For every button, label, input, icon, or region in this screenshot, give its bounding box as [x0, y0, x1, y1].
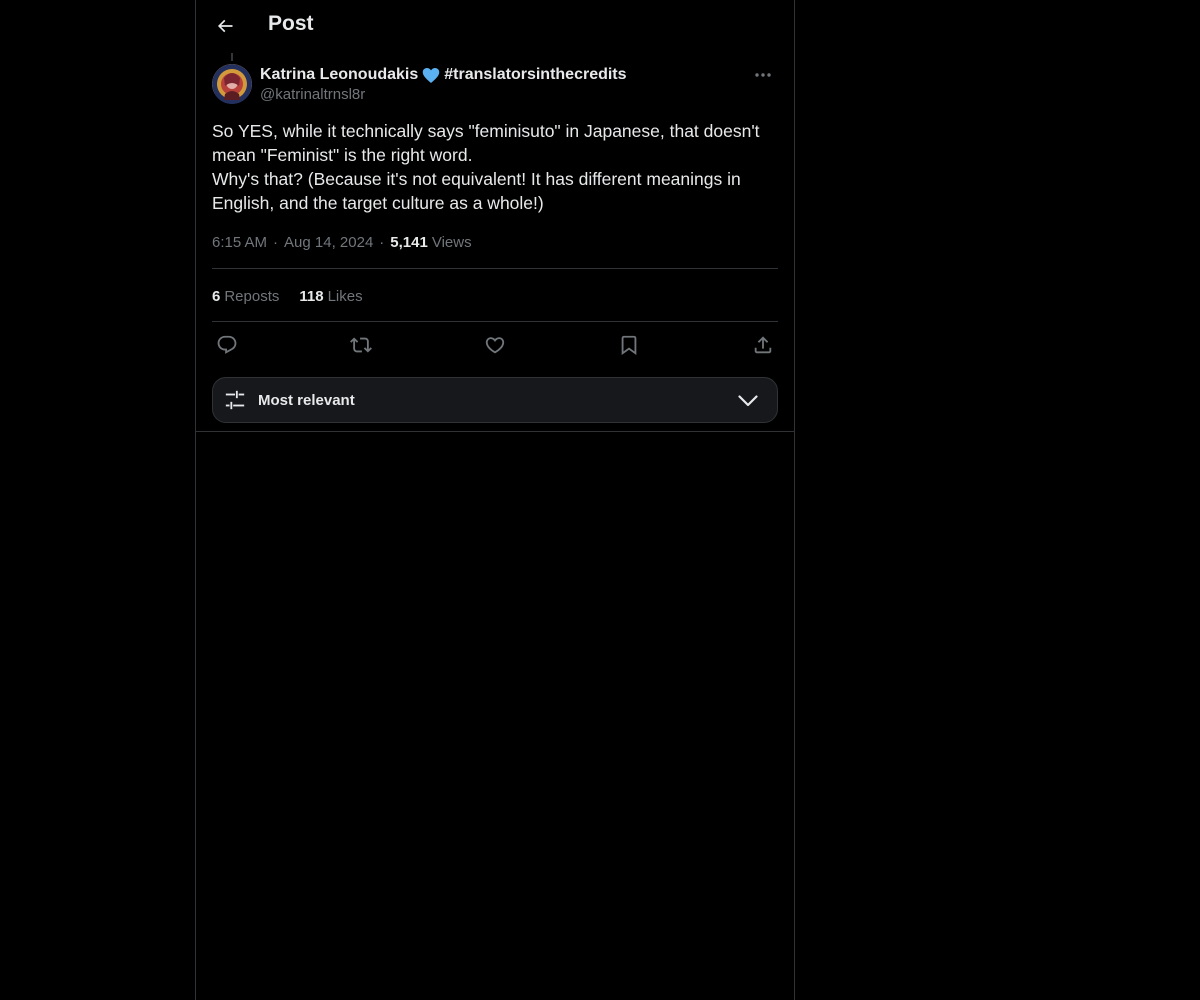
page-title: Post: [268, 12, 314, 35]
author-display-name[interactable]: Katrina Leonoudakis: [260, 66, 418, 84]
meta-separator: ·: [379, 233, 385, 251]
like-icon: [485, 337, 505, 354]
repost-icon: [350, 337, 372, 353]
author-handle[interactable]: @katrinaltrnsl8r: [260, 86, 627, 103]
views-count: 5,141: [390, 233, 428, 251]
share-icon: [754, 336, 772, 354]
likes-stat[interactable]: 118 Likes: [299, 288, 362, 305]
like-button[interactable]: [480, 332, 510, 358]
views-label: Views: [431, 233, 472, 251]
author-name-hashtag: #translatorsinthecredits: [444, 66, 627, 83]
arrow-left-icon: [217, 19, 233, 33]
reply-icon: [217, 335, 237, 354]
post-date[interactable]: Aug 14, 2024: [284, 234, 373, 251]
reposts-stat[interactable]: 6 Reposts: [212, 288, 279, 305]
engagement-stats: 6 Reposts 118 Likes: [212, 285, 383, 307]
post-text: So YES, while it technically says "femin…: [212, 121, 760, 213]
display-name-line: Katrina Leonoudakis #translatorsinthecre…: [260, 64, 627, 86]
back-button[interactable]: [208, 9, 242, 43]
repost-button[interactable]: [346, 332, 376, 358]
blue-heart-icon: [422, 67, 440, 84]
sliders-icon: [223, 388, 247, 412]
page-header: Post: [196, 0, 794, 53]
avatar[interactable]: [212, 64, 252, 104]
bookmark-icon: [621, 335, 637, 356]
meta-separator: ·: [273, 233, 279, 251]
divider: [212, 321, 778, 322]
divider: [212, 268, 778, 269]
thread-connector-line: [231, 53, 233, 61]
more-dots-icon: [755, 73, 771, 77]
author-info: Katrina Leonoudakis #translatorsinthecre…: [260, 64, 627, 103]
reply-button[interactable]: [212, 332, 242, 358]
post-time[interactable]: 6:15 AM: [212, 234, 267, 251]
post-meta: 6:15 AM · Aug 14, 2024 · 5,141 Views: [212, 232, 472, 252]
post-author-row: Katrina Leonoudakis #translatorsinthecre…: [212, 64, 778, 108]
post-actions: [212, 332, 778, 358]
sort-label: Most relevant: [258, 391, 355, 409]
chevron-down-icon: [737, 390, 759, 412]
more-options-button[interactable]: [748, 64, 778, 86]
likes-count: 118: [299, 287, 324, 305]
section-divider: [196, 431, 794, 432]
replies-sort-dropdown[interactable]: Most relevant: [212, 377, 778, 423]
reposts-count: 6: [212, 287, 221, 305]
share-button[interactable]: [748, 332, 778, 358]
reposts-label: Reposts: [224, 287, 280, 305]
main-column: Post Katrina Leonoudakis #translatorsint…: [195, 0, 795, 1000]
likes-label: Likes: [327, 287, 363, 305]
avatar-image: [212, 64, 252, 104]
bookmark-button[interactable]: [614, 332, 644, 358]
